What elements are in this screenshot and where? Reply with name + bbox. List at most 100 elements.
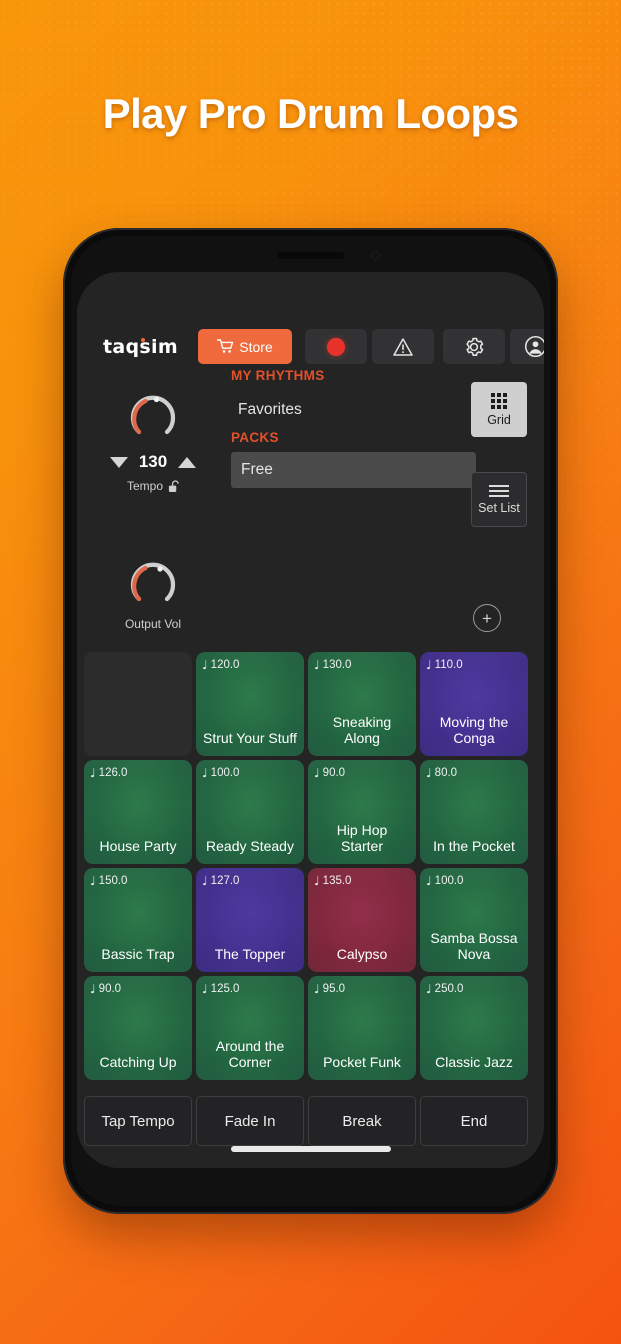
pad-bpm: ♩ 130.0 [314,659,410,671]
favorites-label: Favorites [238,401,302,418]
pad-tile[interactable]: ♩ 100.0 Ready Steady [196,760,304,864]
pad-empty[interactable] [84,652,192,756]
quarter-note-icon: ♩ [426,658,432,672]
pad-bpm: ♩ 135.0 [314,875,410,887]
pad-tile[interactable]: ♩ 80.0 In the Pocket [420,760,528,864]
pad-bpm: ♩ 90.0 [314,767,410,779]
tempo-control[interactable]: 130 Tempo [105,390,201,493]
pad-bpm: ♩ 125.0 [202,983,298,995]
tempo-down-button[interactable] [110,456,128,468]
account-button[interactable] [510,329,544,364]
phone-screen: taqsim Store 130 Tempo Output Vol MY RHY… [77,272,544,1168]
transport-button[interactable]: Break [308,1096,416,1146]
quarter-note-icon: ♩ [202,874,208,888]
pad-bpm: ♩ 120.0 [202,659,298,671]
unlocked-padlock-icon[interactable] [168,479,179,493]
transport-button-label: Tap Tempo [101,1112,175,1130]
favorites-row[interactable]: Favorites [231,394,476,426]
pad-bpm-value: 250.0 [434,983,464,995]
output-volume-control[interactable]: Output Vol [105,557,201,631]
pack-select[interactable]: Free [231,452,476,488]
pad-tile[interactable]: ♩ 130.0 Sneaking Along [308,652,416,756]
grid-view-label: Grid [487,412,511,427]
pad-bpm-value: 126.0 [98,767,128,779]
add-button[interactable]: + [473,604,501,632]
pad-bpm-value: 80.0 [434,767,458,779]
pad-tile[interactable]: ♩ 127.0 The Topper [196,868,304,972]
transport-button[interactable]: Fade In [196,1096,304,1146]
pad-name: Moving the Conga [439,713,509,747]
pad-name: Around the Corner [215,1037,285,1071]
pad-tile[interactable]: ♩ 135.0 Calypso [308,868,416,972]
pad-tile[interactable]: ♩ 250.0 Classic Jazz [420,976,528,1080]
pad-name: Ready Steady [206,838,294,855]
pad-tile[interactable]: ♩ 95.0 Pocket Funk [308,976,416,1080]
pad-tile[interactable]: ♩ 126.0 House Party [84,760,192,864]
pad-bpm: ♩ 150.0 [90,875,186,887]
logo-accent-dot-icon [141,338,145,342]
quarter-note-icon: ♩ [314,874,320,888]
pad-name: Sneaking Along [332,713,392,747]
set-list-button[interactable]: Set List [471,472,527,527]
pad-bpm-value: 125.0 [210,983,240,995]
quarter-note-icon: ♩ [90,874,96,888]
warning-button[interactable] [372,329,434,364]
set-list-label: Set List [478,500,520,515]
output-volume-label: Output Vol [124,617,182,631]
pad-tile[interactable]: ♩ 90.0 Catching Up [84,976,192,1080]
pad-tile[interactable]: ♩ 125.0 Around the Corner [196,976,304,1080]
tempo-up-button[interactable] [178,456,196,468]
transport-button[interactable]: Tap Tempo [84,1096,192,1146]
tempo-value: 130 [138,452,168,471]
pad-tile[interactable]: ♩ 120.0 Strut Your Stuff [196,652,304,756]
front-camera-icon [370,251,380,260]
account-circle-icon [524,335,544,358]
pad-bpm: ♩ 90.0 [90,983,186,995]
earpiece-speaker [276,252,345,259]
tempo-knob[interactable] [127,390,179,442]
quarter-note-icon: ♩ [314,658,320,672]
pad-tile[interactable]: ♩ 110.0 Moving the Conga [420,652,528,756]
pad-name: Catching Up [99,1054,177,1071]
pad-name: Pocket Funk [323,1054,401,1071]
output-volume-knob[interactable] [127,557,179,609]
settings-button[interactable] [443,329,505,364]
pad-bpm-value: 135.0 [322,875,352,887]
pad-bpm-value: 100.0 [210,767,240,779]
quarter-note-icon: ♩ [426,874,432,888]
quarter-note-icon: ♩ [90,982,96,996]
pad-bpm-value: 95.0 [322,983,346,995]
phone-mockup: taqsim Store 130 Tempo Output Vol MY RHY… [63,228,558,1214]
pad-bpm: ♩ 95.0 [314,983,410,995]
pad-tile[interactable]: ♩ 90.0 Hip Hop Starter [308,760,416,864]
pad-bpm-value: 120.0 [210,659,240,671]
pad-name: The Topper [214,946,286,963]
pad-bpm: ♩ 80.0 [426,767,522,779]
quarter-note-icon: ♩ [426,982,432,996]
pad-bpm-value: 150.0 [98,875,128,887]
transport-button-label: Break [342,1112,382,1130]
quarter-note-icon: ♩ [202,766,208,780]
pad-bpm-value: 90.0 [98,983,122,995]
pad-bpm: ♩ 127.0 [202,875,298,887]
transport-button[interactable]: End [420,1096,528,1146]
grid-3x3-icon [491,392,507,409]
pack-select-value: Free [241,461,273,478]
pad-bpm: ♩ 250.0 [426,983,522,995]
pad-name: In the Pocket [433,838,515,855]
app-logo: taqsim [103,336,178,358]
pad-tile[interactable]: ♩ 150.0 Bassic Trap [84,868,192,972]
tempo-label-row: Tempo [105,479,201,493]
cart-icon [217,339,234,353]
pad-name: Bassic Trap [101,946,175,963]
pad-name: Strut Your Stuff [203,730,297,747]
transport-button-label: End [460,1112,488,1130]
store-button[interactable]: Store [198,329,292,364]
record-button[interactable] [305,329,367,364]
app-toolbar: taqsim Store [77,329,544,367]
pad-tile[interactable]: ♩ 100.0 Samba Bossa Nova [420,868,528,972]
plus-circle-icon: + [482,608,492,628]
quarter-note-icon: ♩ [314,766,320,780]
grid-view-button[interactable]: Grid [471,382,527,437]
pad-bpm-value: 100.0 [434,875,464,887]
